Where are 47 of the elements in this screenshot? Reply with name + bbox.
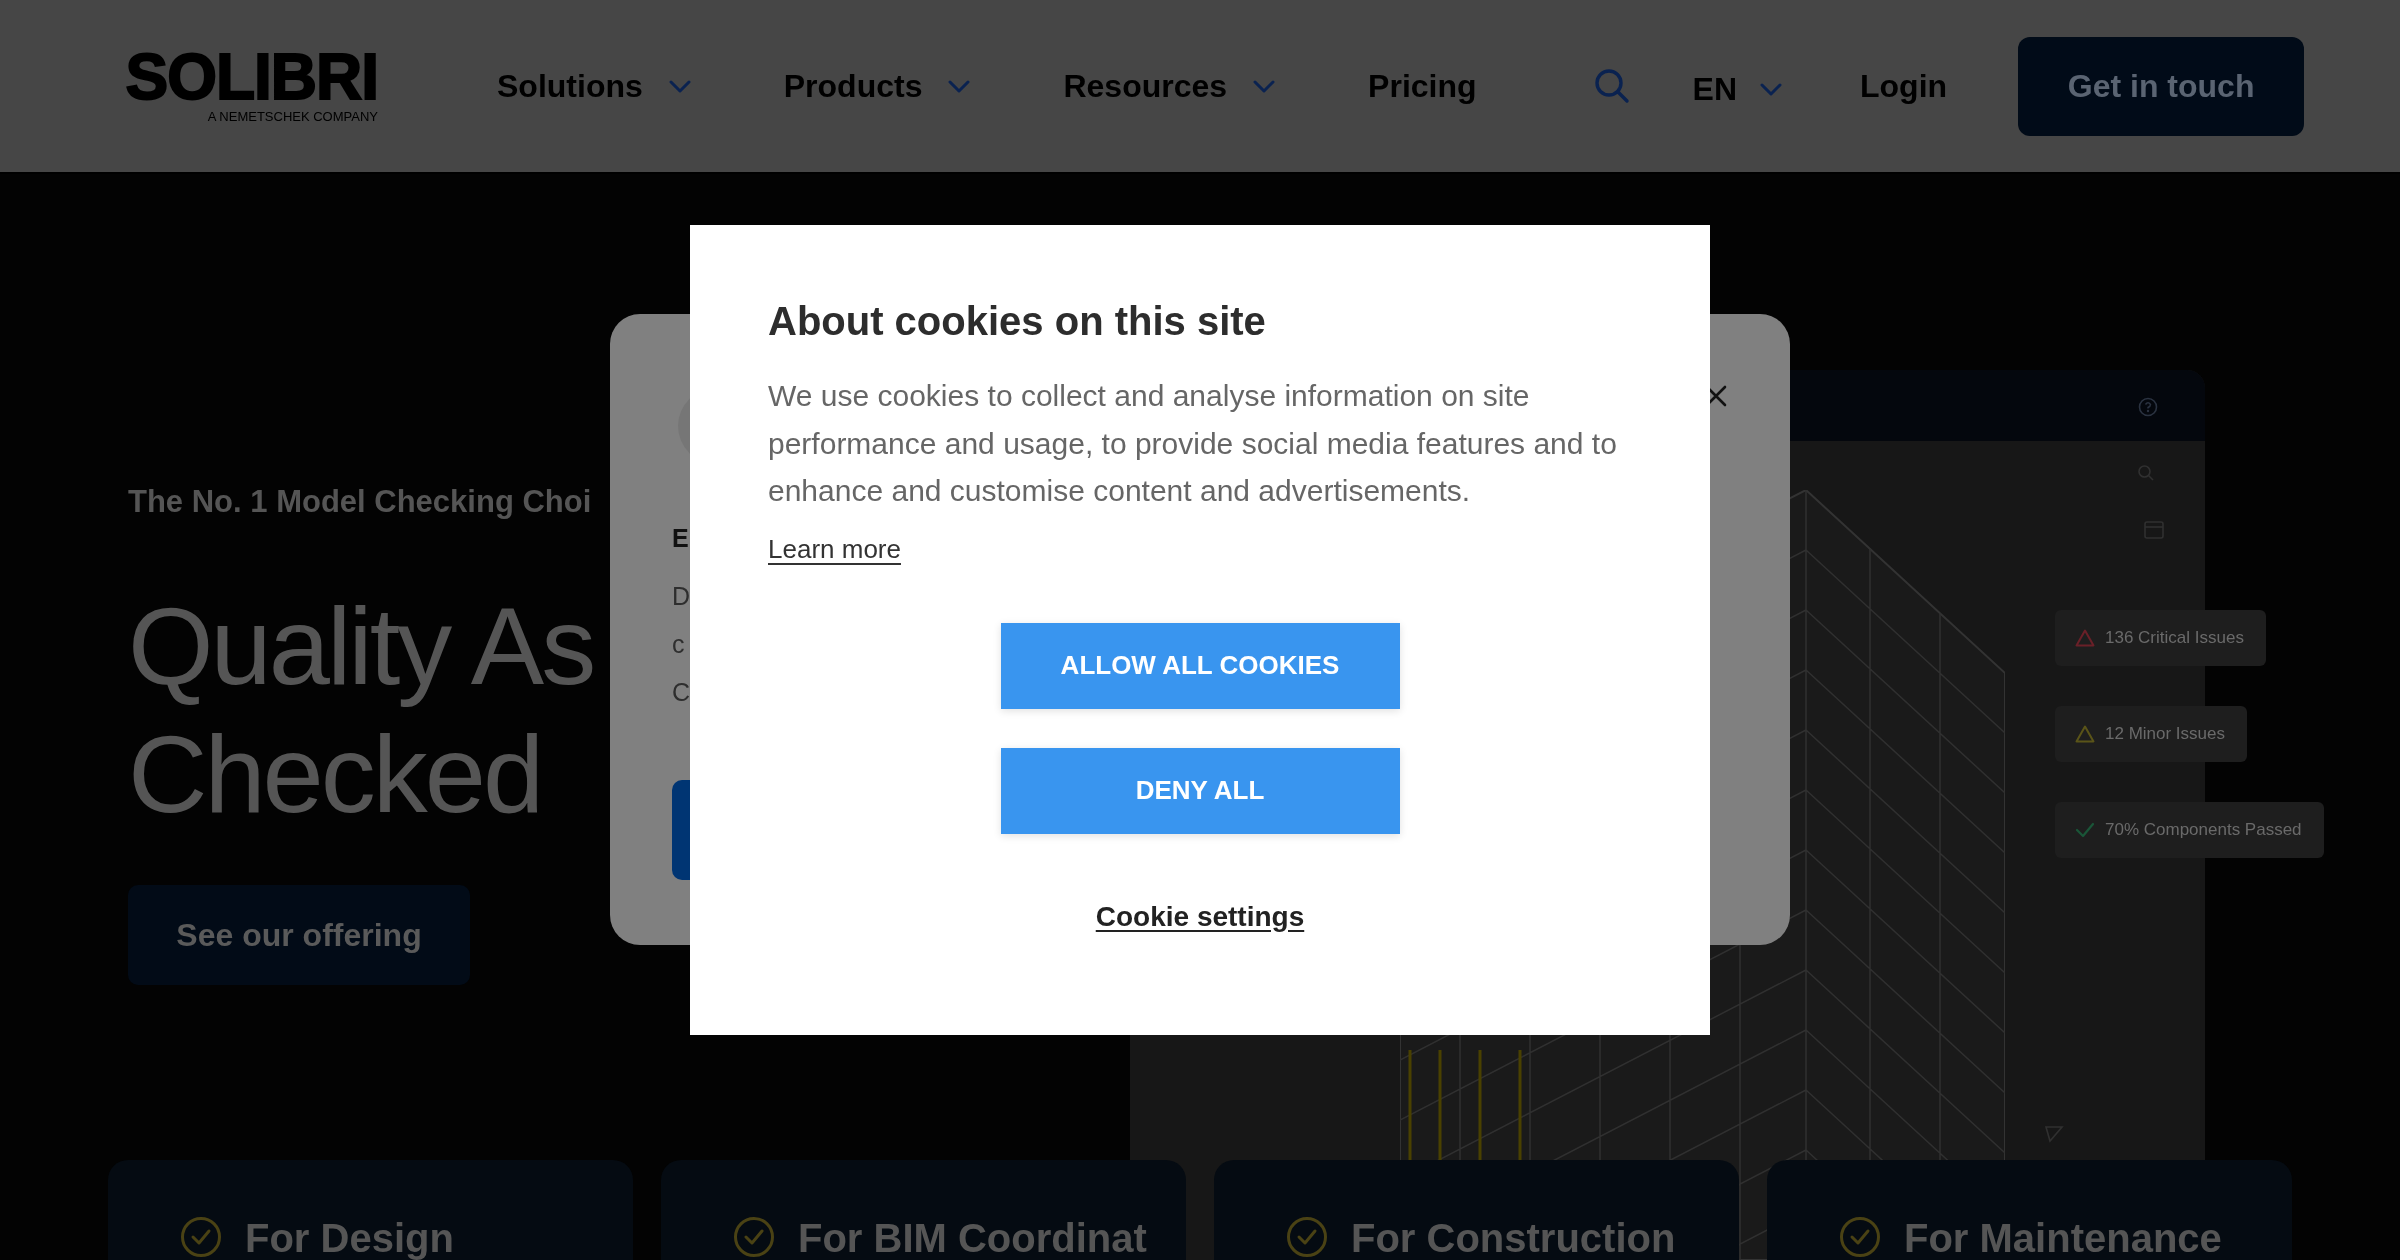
triangle-icon	[2044, 1125, 2064, 1143]
badge-label: 12 Minor Issues	[2105, 724, 2225, 744]
dialog-text: C	[672, 677, 691, 708]
logo-subtitle: A NEMETSCHEK COMPANY	[207, 108, 378, 124]
badge-label: 136 Critical Issues	[2105, 628, 2244, 648]
card-title: For Maintenance	[1904, 1216, 2222, 1260]
dialog-text: c	[672, 629, 685, 660]
see-offering-button[interactable]: See our offering	[128, 885, 470, 985]
login-link[interactable]: Login	[1860, 67, 1948, 105]
cookie-settings-link[interactable]: Cookie settings	[1095, 896, 1305, 937]
nav-menu-item[interactable]: Products	[783, 67, 971, 105]
nav-menu-item[interactable]: Resources	[1063, 67, 1276, 105]
hero-headline: Quality As Checked	[128, 583, 594, 837]
badge-label: 70% Components Passed	[2105, 820, 2302, 840]
card-title: For Construction	[1351, 1216, 1676, 1260]
warning-triangle-icon	[2075, 725, 2095, 743]
dialog-button[interactable]	[672, 780, 690, 880]
dialog-heading: E	[672, 523, 689, 554]
check-circle-icon	[1286, 1216, 1328, 1258]
feature-card[interactable]: For BIM Coordinat	[661, 1160, 1186, 1260]
dialog-text: D	[672, 581, 691, 612]
cookie-consent-button[interactable]: DENY ALL	[1000, 747, 1400, 834]
card-title: For Design	[245, 1216, 454, 1260]
cookie-consent-button[interactable]: ALLOW ALL COOKIES	[1000, 622, 1400, 709]
check-circle-icon	[180, 1216, 222, 1258]
dialog-title: About cookies on this site	[768, 298, 1266, 345]
search-icon[interactable]	[1593, 68, 1630, 104]
feature-card[interactable]: For Design	[108, 1160, 633, 1260]
help-icon	[2138, 397, 2158, 417]
feature-card[interactable]: For Maintenance	[1767, 1160, 2292, 1260]
language-selector[interactable]: EN	[1692, 70, 1782, 108]
chevron-down-icon	[1760, 82, 1782, 96]
brand-logo[interactable]: SOLIBRI	[125, 48, 378, 105]
window-icon	[2144, 521, 2164, 539]
feature-card[interactable]: For Construction	[1214, 1160, 1739, 1260]
checkmark-icon	[2075, 821, 2095, 839]
card-title: For BIM Coordinat	[798, 1216, 1147, 1260]
get-in-touch-button[interactable]: Get in touch	[2018, 36, 2305, 136]
warning-triangle-icon	[2075, 629, 2095, 647]
check-circle-icon	[733, 1216, 775, 1258]
nav-menu-item[interactable]: Pricing	[1368, 67, 1477, 105]
learn-more-link[interactable]: Learn more	[768, 528, 901, 569]
cookie-description: We use cookies to collect and analyse information on site performance and usage, to provide social media features and to enhance and customise content and advertisements.	[768, 378, 1618, 509]
hero-tagline: The No. 1 Model Checking Choi	[128, 483, 592, 521]
nav-menu-item[interactable]: Solutions	[497, 67, 691, 105]
check-circle-icon	[1839, 1216, 1881, 1258]
search-icon	[2137, 464, 2155, 482]
